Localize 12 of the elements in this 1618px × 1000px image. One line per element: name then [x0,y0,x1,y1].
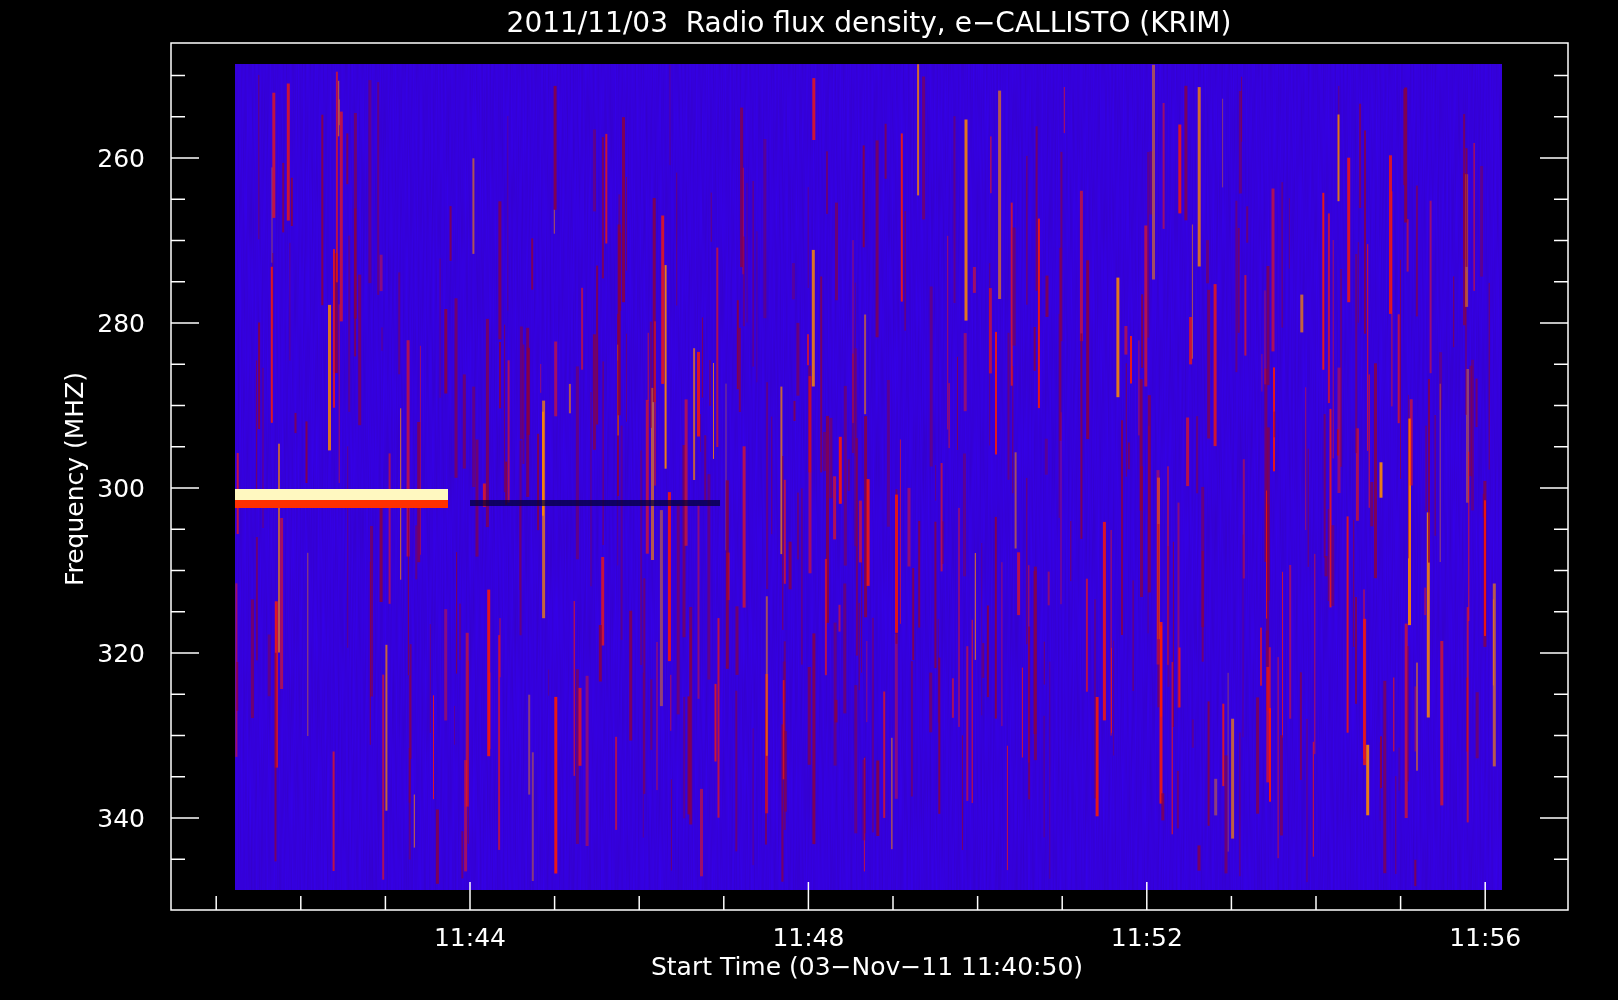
x-tick-label: 11:52 [1110,923,1183,952]
y-tick-label: 280 [97,309,145,338]
chart-title: 2011/11/03 Radio flux density, e−CALLISTO (KRIM) [506,6,1232,39]
x-tick-label: 11:48 [772,923,845,952]
x-tick-label: 11:56 [1449,923,1522,952]
y-tick-label: 320 [97,639,145,668]
y-axis-label: Frequency (MHZ) [60,371,89,587]
y-tick-label: 300 [97,474,145,503]
x-axis-label: Start Time (03−Nov−11 11:40:50) [650,952,1084,981]
y-tick-label: 260 [97,144,145,173]
y-tick-label: 340 [97,804,145,833]
x-tick-label: 11:44 [434,923,506,952]
